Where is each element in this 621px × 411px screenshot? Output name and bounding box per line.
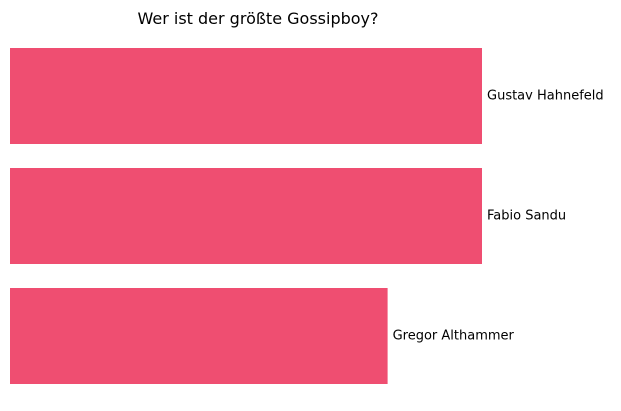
bar-chart: Wer ist der größte Gossipboy? Gustav Hah… [10, 9, 604, 384]
chart-container: Wer ist der größte Gossipboy? Gustav Hah… [0, 0, 621, 411]
bar-label-0: Gustav Hahnefeld [487, 89, 604, 104]
bar-label-2: Gregor Althammer [393, 329, 515, 344]
bar-0 [10, 48, 482, 144]
bar-2 [10, 288, 388, 384]
bar-label-1: Fabio Sandu [487, 209, 566, 224]
bar-1 [10, 168, 482, 264]
chart-title: Wer ist der größte Gossipboy? [137, 9, 378, 28]
